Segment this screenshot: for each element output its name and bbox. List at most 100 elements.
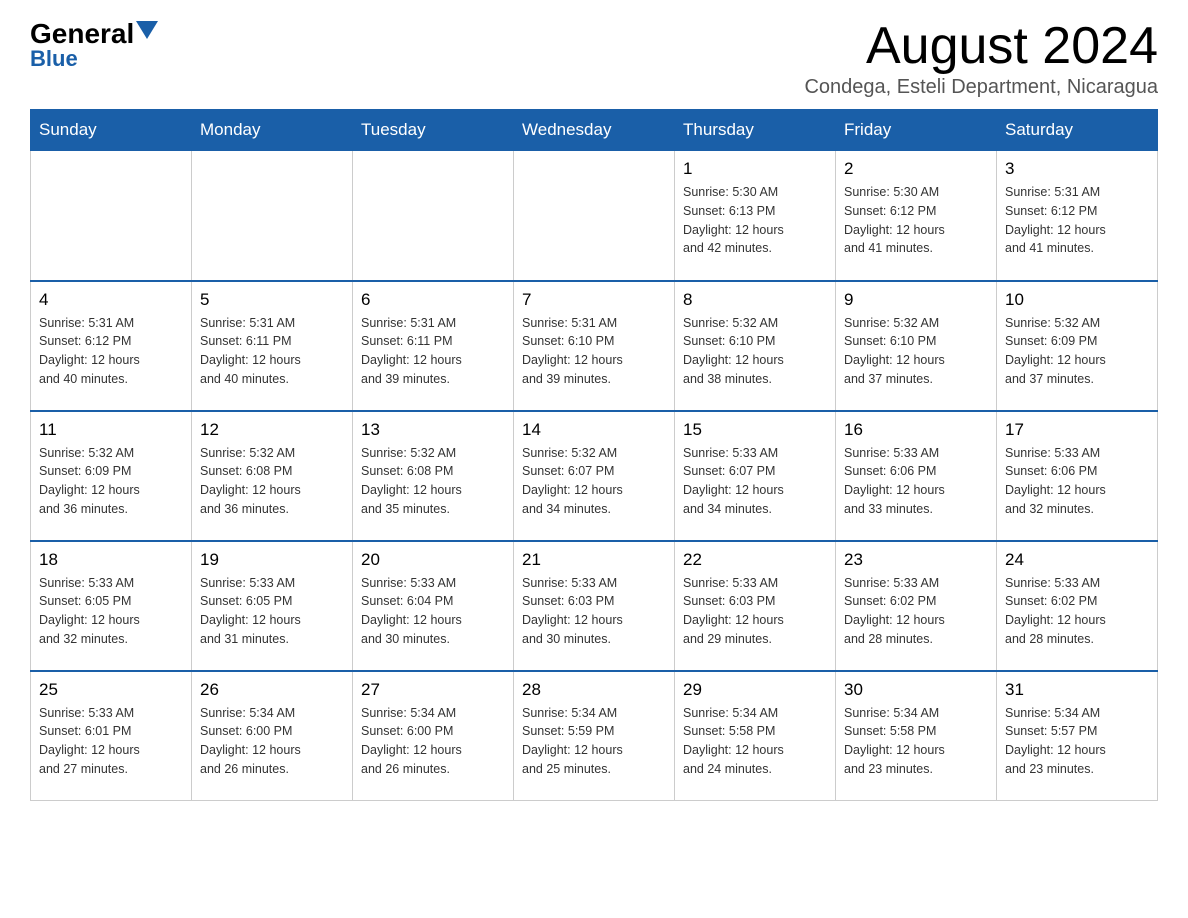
day-info: Sunrise: 5:31 AMSunset: 6:10 PMDaylight:…	[522, 314, 666, 389]
logo-blue-text: Blue	[30, 46, 78, 72]
calendar-day-cell	[31, 151, 192, 281]
calendar-day-cell: 3 Sunrise: 5:31 AMSunset: 6:12 PMDaylight…	[997, 151, 1158, 281]
calendar-day-cell: 28 Sunrise: 5:34 AMSunset: 5:59 PMDayligh…	[514, 671, 675, 801]
calendar-week-row: 11Sunrise: 5:32 AMSunset: 6:09 PMDayligh…	[31, 411, 1158, 541]
day-info: Sunrise: 5:32 AMSunset: 6:10 PMDaylight:…	[683, 314, 827, 389]
calendar-day-cell: 13Sunrise: 5:32 AMSunset: 6:08 PMDayligh…	[353, 411, 514, 541]
day-info: Sunrise: 5:33 AMSunset: 6:05 PMDaylight:…	[39, 574, 183, 649]
day-number: 24	[1005, 550, 1149, 570]
location-subtitle: Condega, Esteli Department, Nicaragua	[804, 76, 1158, 99]
header-sunday: Sunday	[31, 110, 192, 151]
calendar-day-cell: 27 Sunrise: 5:34 AMSunset: 6:00 PMDayligh…	[353, 671, 514, 801]
day-info: Sunrise: 5:34 AMSunset: 6:00 PMDaylight:…	[361, 704, 505, 779]
calendar-day-cell: 1Sunrise: 5:30 AMSunset: 6:13 PMDaylight…	[675, 151, 836, 281]
day-number: 6	[361, 290, 505, 310]
day-number: 22	[683, 550, 827, 570]
day-info: Sunrise: 5:33 AMSunset: 6:06 PMDaylight:…	[1005, 444, 1149, 519]
day-info: Sunrise: 5:32 AMSunset: 6:07 PMDaylight:…	[522, 444, 666, 519]
day-number: 19	[200, 550, 344, 570]
day-number: 21	[522, 550, 666, 570]
title-section: August 2024 Condega, Esteli Department, …	[804, 20, 1158, 99]
day-number: 27	[361, 680, 505, 700]
calendar-table: Sunday Monday Tuesday Wednesday Thursday…	[30, 109, 1158, 801]
day-number: 9	[844, 290, 988, 310]
calendar-day-cell	[192, 151, 353, 281]
calendar-day-cell: 11Sunrise: 5:32 AMSunset: 6:09 PMDayligh…	[31, 411, 192, 541]
day-number: 7	[522, 290, 666, 310]
day-info: Sunrise: 5:32 AMSunset: 6:09 PMDaylight:…	[39, 444, 183, 519]
day-info: Sunrise: 5:31 AMSunset: 6:11 PMDaylight:…	[200, 314, 344, 389]
day-number: 12	[200, 420, 344, 440]
calendar-day-cell: 4 Sunrise: 5:31 AMSunset: 6:12 PMDaylight…	[31, 281, 192, 411]
page-header: General Blue August 2024 Condega, Esteli…	[30, 20, 1158, 99]
day-number: 16	[844, 420, 988, 440]
calendar-day-cell: 22 Sunrise: 5:33 AMSunset: 6:03 PMDayligh…	[675, 541, 836, 671]
day-info: Sunrise: 5:33 AMSunset: 6:01 PMDaylight:…	[39, 704, 183, 779]
calendar-day-cell: 2 Sunrise: 5:30 AMSunset: 6:12 PMDaylight…	[836, 151, 997, 281]
day-number: 23	[844, 550, 988, 570]
day-number: 8	[683, 290, 827, 310]
day-number: 28	[522, 680, 666, 700]
day-number: 18	[39, 550, 183, 570]
day-number: 30	[844, 680, 988, 700]
day-info: Sunrise: 5:33 AMSunset: 6:03 PMDaylight:…	[683, 574, 827, 649]
day-info: Sunrise: 5:33 AMSunset: 6:04 PMDaylight:…	[361, 574, 505, 649]
day-number: 20	[361, 550, 505, 570]
day-number: 25	[39, 680, 183, 700]
calendar-day-cell: 29 Sunrise: 5:34 AMSunset: 5:58 PMDayligh…	[675, 671, 836, 801]
calendar-day-cell: 7 Sunrise: 5:31 AMSunset: 6:10 PMDaylight…	[514, 281, 675, 411]
day-info: Sunrise: 5:33 AMSunset: 6:06 PMDaylight:…	[844, 444, 988, 519]
day-info: Sunrise: 5:32 AMSunset: 6:08 PMDaylight:…	[361, 444, 505, 519]
day-info: Sunrise: 5:33 AMSunset: 6:07 PMDaylight:…	[683, 444, 827, 519]
day-info: Sunrise: 5:32 AMSunset: 6:08 PMDaylight:…	[200, 444, 344, 519]
day-number: 15	[683, 420, 827, 440]
day-info: Sunrise: 5:34 AMSunset: 5:58 PMDaylight:…	[844, 704, 988, 779]
day-info: Sunrise: 5:32 AMSunset: 6:09 PMDaylight:…	[1005, 314, 1149, 389]
calendar-day-cell	[353, 151, 514, 281]
calendar-day-cell: 26 Sunrise: 5:34 AMSunset: 6:00 PMDayligh…	[192, 671, 353, 801]
day-info: Sunrise: 5:34 AMSunset: 6:00 PMDaylight:…	[200, 704, 344, 779]
header-friday: Friday	[836, 110, 997, 151]
calendar-day-cell: 12 Sunrise: 5:32 AMSunset: 6:08 PMDayligh…	[192, 411, 353, 541]
day-info: Sunrise: 5:31 AMSunset: 6:12 PMDaylight:…	[39, 314, 183, 389]
calendar-week-row: 25 Sunrise: 5:33 AMSunset: 6:01 PMDayligh…	[31, 671, 1158, 801]
calendar-week-row: 1Sunrise: 5:30 AMSunset: 6:13 PMDaylight…	[31, 151, 1158, 281]
day-number: 3	[1005, 159, 1149, 179]
day-info: Sunrise: 5:34 AMSunset: 5:59 PMDaylight:…	[522, 704, 666, 779]
day-number: 14	[522, 420, 666, 440]
header-saturday: Saturday	[997, 110, 1158, 151]
day-info: Sunrise: 5:30 AMSunset: 6:12 PMDaylight:…	[844, 183, 988, 258]
header-thursday: Thursday	[675, 110, 836, 151]
logo-general-text: General	[30, 20, 134, 48]
day-number: 2	[844, 159, 988, 179]
calendar-day-cell	[514, 151, 675, 281]
calendar-day-cell: 31Sunrise: 5:34 AMSunset: 5:57 PMDayligh…	[997, 671, 1158, 801]
day-info: Sunrise: 5:33 AMSunset: 6:05 PMDaylight:…	[200, 574, 344, 649]
day-info: Sunrise: 5:31 AMSunset: 6:12 PMDaylight:…	[1005, 183, 1149, 258]
calendar-day-cell: 17Sunrise: 5:33 AMSunset: 6:06 PMDayligh…	[997, 411, 1158, 541]
calendar-day-cell: 24 Sunrise: 5:33 AMSunset: 6:02 PMDayligh…	[997, 541, 1158, 671]
calendar-day-cell: 6Sunrise: 5:31 AMSunset: 6:11 PMDaylight…	[353, 281, 514, 411]
calendar-week-row: 18 Sunrise: 5:33 AMSunset: 6:05 PMDayligh…	[31, 541, 1158, 671]
day-number: 4	[39, 290, 183, 310]
calendar-day-cell: 8 Sunrise: 5:32 AMSunset: 6:10 PMDaylight…	[675, 281, 836, 411]
header-wednesday: Wednesday	[514, 110, 675, 151]
day-info: Sunrise: 5:34 AMSunset: 5:58 PMDaylight:…	[683, 704, 827, 779]
day-number: 5	[200, 290, 344, 310]
day-number: 26	[200, 680, 344, 700]
day-info: Sunrise: 5:33 AMSunset: 6:02 PMDaylight:…	[844, 574, 988, 649]
calendar-day-cell: 15 Sunrise: 5:33 AMSunset: 6:07 PMDayligh…	[675, 411, 836, 541]
calendar-week-row: 4 Sunrise: 5:31 AMSunset: 6:12 PMDaylight…	[31, 281, 1158, 411]
calendar-day-cell: 14 Sunrise: 5:32 AMSunset: 6:07 PMDayligh…	[514, 411, 675, 541]
day-info: Sunrise: 5:34 AMSunset: 5:57 PMDaylight:…	[1005, 704, 1149, 779]
day-info: Sunrise: 5:33 AMSunset: 6:02 PMDaylight:…	[1005, 574, 1149, 649]
calendar-day-cell: 21 Sunrise: 5:33 AMSunset: 6:03 PMDayligh…	[514, 541, 675, 671]
logo: General Blue	[30, 20, 158, 72]
logo-arrow-icon	[136, 21, 158, 39]
weekday-header-row: Sunday Monday Tuesday Wednesday Thursday…	[31, 110, 1158, 151]
day-info: Sunrise: 5:33 AMSunset: 6:03 PMDaylight:…	[522, 574, 666, 649]
header-tuesday: Tuesday	[353, 110, 514, 151]
day-number: 29	[683, 680, 827, 700]
calendar-day-cell: 16 Sunrise: 5:33 AMSunset: 6:06 PMDayligh…	[836, 411, 997, 541]
calendar-day-cell: 30 Sunrise: 5:34 AMSunset: 5:58 PMDayligh…	[836, 671, 997, 801]
